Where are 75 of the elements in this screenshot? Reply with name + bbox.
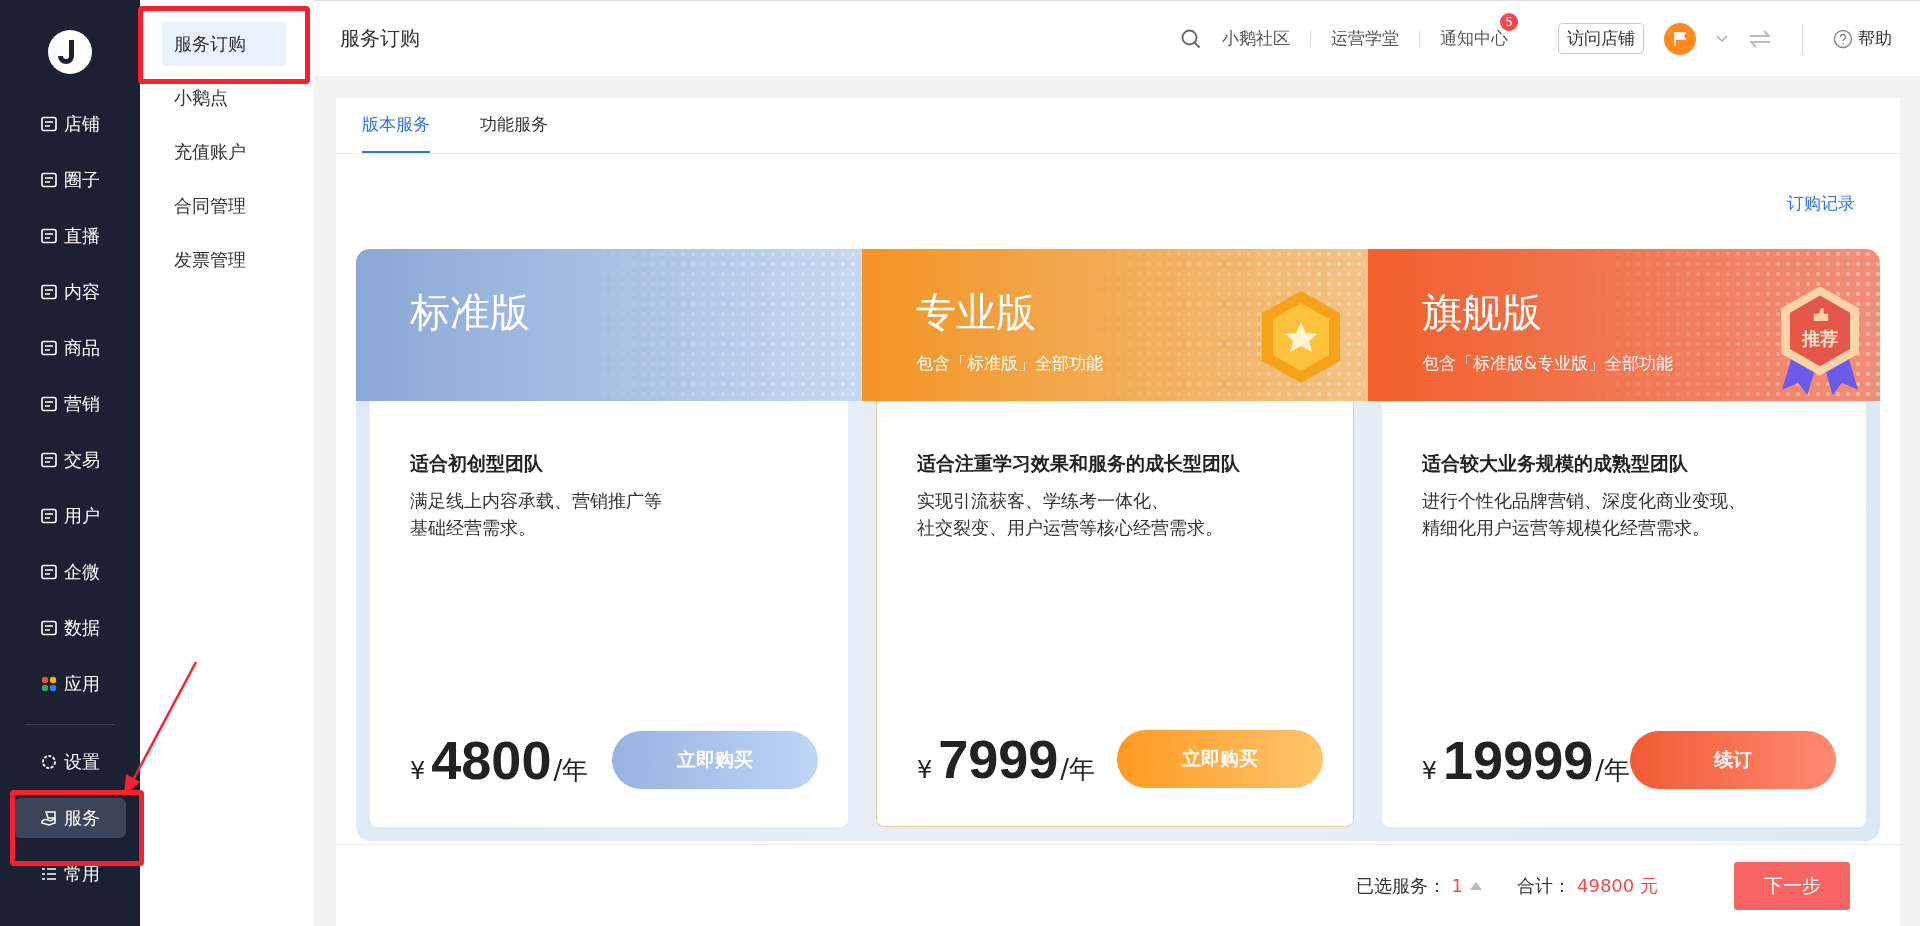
currency-sign: ¥ [1421, 757, 1438, 785]
nav-item[interactable]: 营销 [14, 384, 126, 424]
subnav-item[interactable]: 充值账户 [162, 130, 286, 174]
nav-item[interactable]: 直播 [14, 216, 126, 256]
nav-icon [40, 171, 58, 189]
selected-count: 1 [1451, 875, 1463, 896]
currency-sign: ¥ [410, 757, 426, 785]
nav-item[interactable]: 企微 [14, 552, 126, 592]
nav-icon [40, 227, 58, 245]
nav-icon [40, 507, 58, 525]
currency-sign: ¥ [916, 756, 933, 784]
nav-item[interactable]: 常用 [14, 854, 126, 894]
notification-badge: 5 [1500, 13, 1518, 31]
help-icon [1833, 28, 1853, 49]
nav-item[interactable]: 圈子 [14, 160, 126, 200]
plan-subtitle: 包含「标准版」全部功能 [915, 352, 1103, 375]
nav-icon [40, 619, 58, 637]
plan-name: 旗舰版 [1421, 288, 1542, 337]
subnav-item[interactable]: 服务订购 [162, 22, 286, 66]
chevron-down-icon[interactable] [1716, 34, 1728, 43]
nav-icon [40, 753, 58, 771]
plan-heading: 适合注重学习效果和服务的成长型团队 [916, 451, 1241, 476]
nav-icon [40, 675, 58, 693]
price-unit: /年 [1060, 753, 1096, 786]
search-icon[interactable] [1180, 27, 1202, 50]
total-label: 合计： [1517, 873, 1571, 898]
help-link[interactable]: 帮助 [1833, 27, 1892, 50]
price: 7999 [938, 728, 1059, 790]
tab[interactable]: 功能服务 [480, 98, 548, 153]
recommend-label: 推荐 [1801, 327, 1839, 351]
total-amount: 49800 元 [1577, 873, 1658, 898]
price: 19999 [1443, 729, 1594, 791]
nav-item[interactable]: 商品 [14, 328, 126, 368]
subnav-item[interactable]: 小鹅点 [162, 76, 286, 120]
selected-label: 已选服务： [1355, 873, 1446, 898]
plan-heading: 适合初创型团队 [410, 451, 544, 476]
price: 4800 [431, 729, 552, 791]
plan-name: 专业版 [915, 288, 1036, 337]
page-title: 服务订购 [340, 25, 420, 52]
plan-description: 实现引流获客、学练考一体化、 社交裂变、用户运营等核心经营需求。 [916, 489, 1224, 540]
header-link[interactable]: 通知中心 [1440, 28, 1508, 48]
nav-icon [40, 283, 58, 301]
nav-item[interactable]: 服务 [14, 798, 126, 838]
order-history-link[interactable]: 订购记录 [1787, 192, 1855, 215]
nav-icon [40, 809, 58, 827]
caret-up-icon[interactable] [1469, 880, 1483, 891]
nav-icon [40, 563, 58, 581]
nav-item[interactable]: 交易 [14, 440, 126, 480]
price-unit: /年 [553, 754, 589, 787]
subnav-item[interactable]: 合同管理 [162, 184, 286, 228]
nav-item[interactable]: 数据 [14, 608, 126, 648]
nav-item[interactable]: 内容 [14, 272, 126, 312]
plan-heading: 适合较大业务规模的成熟型团队 [1421, 451, 1689, 476]
nav-icon [40, 865, 58, 883]
nav-item[interactable]: 应用 [14, 664, 126, 704]
subnav-item[interactable]: 发票管理 [162, 238, 286, 282]
nav-item[interactable]: 用户 [14, 496, 126, 536]
price-unit: /年 [1595, 754, 1630, 787]
logo-icon [48, 30, 92, 74]
tab[interactable]: 版本服务 [362, 98, 430, 153]
nav-icon [40, 451, 58, 469]
plan-name: 标准版 [410, 288, 530, 337]
nav-icon [40, 115, 58, 133]
visit-store-button[interactable]: 访问店铺 [1558, 23, 1644, 54]
header-link[interactable]: 小鹅社区 [1222, 28, 1290, 48]
nav-item[interactable]: 店铺 [14, 104, 126, 144]
flag-avatar-icon[interactable] [1664, 22, 1696, 55]
plan-description: 满足线上内容承载、营销推广等 基础经营需求。 [410, 489, 663, 540]
nav-icon [40, 339, 58, 357]
header-link[interactable]: 运营学堂 [1331, 28, 1399, 48]
plan-description: 进行个性化品牌营销、深度化商业变现、 精细化用户运营等规模化经营需求。 [1421, 489, 1747, 540]
swap-icon[interactable] [1748, 28, 1772, 49]
plan-subtitle: 包含「标准版&专业版」全部功能 [1421, 352, 1674, 375]
nav-item[interactable]: 设置 [14, 742, 126, 782]
nav-icon [40, 395, 58, 413]
